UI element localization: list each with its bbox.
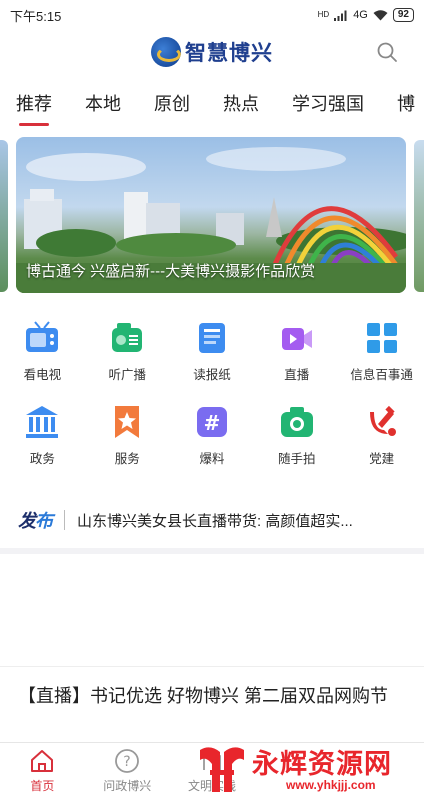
service-service[interactable]: 服务 xyxy=(85,402,170,484)
notice-divider xyxy=(64,510,65,530)
government-icon xyxy=(22,402,62,442)
signal-icon xyxy=(334,10,347,21)
status-time: 下午5:15 xyxy=(10,8,62,24)
hashtag-icon: # xyxy=(192,402,232,442)
tab-hot[interactable]: 热点 xyxy=(223,84,259,128)
tab-original[interactable]: 原创 xyxy=(154,84,190,128)
battery-indicator: 92 xyxy=(392,8,414,22)
service-label: 听广播 xyxy=(108,368,146,382)
section-divider xyxy=(0,666,424,667)
service-info[interactable]: 信息百事通 xyxy=(339,318,424,400)
service-label: 看电视 xyxy=(23,368,62,382)
service-party[interactable]: 党建 xyxy=(339,402,424,484)
nav-label: 问政博兴 xyxy=(103,779,152,793)
service-label: 服务 xyxy=(114,452,140,466)
question-icon: ? xyxy=(115,749,140,773)
banner-prev-peek[interactable] xyxy=(0,140,8,292)
nav-home[interactable]: 首页 xyxy=(0,743,85,800)
svg-text:?: ? xyxy=(123,754,130,770)
nav-inquiry[interactable]: ? 问政博兴 xyxy=(85,743,170,800)
service-tv[interactable]: 看电视 xyxy=(0,318,85,400)
service-label: 随手拍 xyxy=(278,452,316,466)
service-label: 政务 xyxy=(29,452,55,466)
notice-tag: 发布 xyxy=(18,511,53,531)
notice-bar[interactable]: 发布 山东博兴美女县长直播带货: 高颜值超实... xyxy=(0,496,424,544)
app-logo: 智慧博兴 xyxy=(151,37,273,67)
service-newspaper[interactable]: 读报纸 xyxy=(170,318,255,400)
status-bar: 下午5:15 HD 4G 92 xyxy=(0,0,424,30)
wifi-icon xyxy=(373,9,388,20)
nav-label: 首页 xyxy=(30,779,55,793)
search-icon[interactable] xyxy=(376,41,398,63)
app-header: 智慧博兴 xyxy=(0,30,424,74)
service-live[interactable]: 直播 xyxy=(254,318,339,400)
tab-local[interactable]: 本地 xyxy=(85,84,121,128)
svg-text:#: # xyxy=(204,411,221,435)
nav-practice[interactable]: 文明实践 xyxy=(170,743,255,800)
grid-icon xyxy=(362,318,402,358)
service-label: 信息百事通 xyxy=(350,368,413,382)
radio-icon xyxy=(107,318,147,358)
banner-caption: 博古通今 兴盛启新---大美博兴摄影作品欣赏 xyxy=(26,263,316,280)
section-divider xyxy=(0,548,424,554)
service-label: 读报纸 xyxy=(193,368,231,382)
service-grid: 看电视 听广播 读报纸 直播 信息百事通 政务 服务 # 爆料 随手拍 党建 xyxy=(0,318,424,484)
app-title: 智慧博兴 xyxy=(185,40,273,65)
status-indicators: HD 4G 92 xyxy=(318,8,414,22)
channel-tabs: 推荐 本地 原创 热点 学习强国 博 xyxy=(0,84,424,128)
service-report[interactable]: # 爆料 xyxy=(170,402,255,484)
party-emblem-icon xyxy=(362,402,402,442)
service-label: 党建 xyxy=(369,452,395,466)
home-icon xyxy=(31,750,54,772)
tab-recommend[interactable]: 推荐 xyxy=(16,84,52,128)
banner-carousel[interactable]: 博古通今 兴盛启新---大美博兴摄影作品欣赏 xyxy=(16,137,406,293)
service-snapshot[interactable]: 随手拍 xyxy=(254,402,339,484)
service-government[interactable]: 政务 xyxy=(0,402,85,484)
article-title[interactable]: 【直播】书记优选 好物博兴 第二届双品网购节 xyxy=(18,682,413,710)
nav-label: 文明实践 xyxy=(187,779,236,793)
network-type: 4G xyxy=(353,9,368,21)
banner-next-peek[interactable] xyxy=(414,140,424,292)
nav-item-5[interactable] xyxy=(339,743,424,800)
newspaper-icon xyxy=(192,318,232,358)
camera-icon xyxy=(277,402,317,442)
service-star-icon xyxy=(107,402,147,442)
bottom-nav: 首页 ? 问政博兴 文明实践 xyxy=(0,742,424,800)
tab-study[interactable]: 学习强国 xyxy=(292,84,364,128)
service-label: 爆料 xyxy=(199,452,225,466)
service-radio[interactable]: 听广播 xyxy=(85,318,170,400)
tab-more[interactable]: 博 xyxy=(397,84,415,128)
tv-icon xyxy=(22,318,62,358)
practice-icon xyxy=(203,752,221,770)
notice-headline[interactable]: 山东博兴美女县长直播带货: 高颜值超实... xyxy=(77,510,407,531)
logo-emblem-icon xyxy=(151,37,181,67)
service-label: 直播 xyxy=(284,368,310,382)
nav-item-4[interactable] xyxy=(254,743,339,800)
hd-indicator: HD xyxy=(317,10,330,19)
live-video-icon xyxy=(277,318,317,358)
